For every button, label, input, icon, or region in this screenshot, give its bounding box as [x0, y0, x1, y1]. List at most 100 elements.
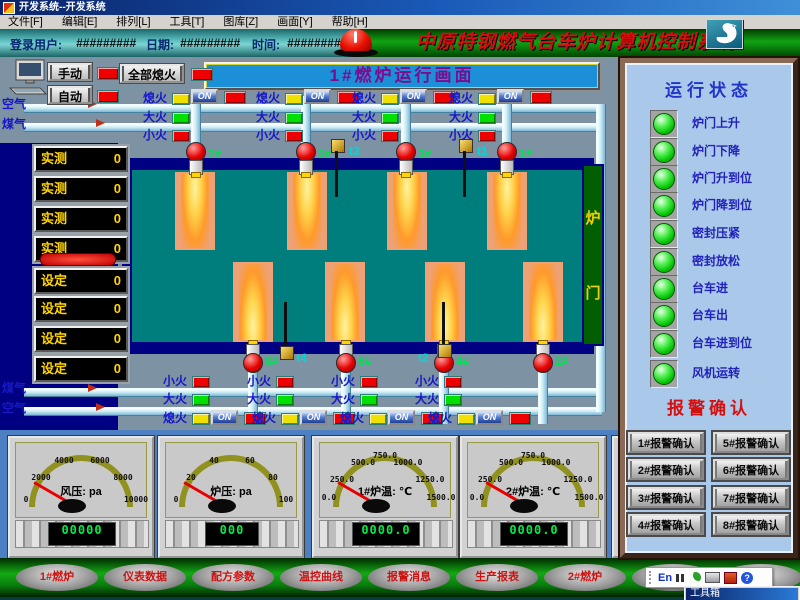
window-title: 开发系统--开发系统: [19, 0, 106, 15]
burner-2-icon: [533, 353, 553, 373]
all-flameout-button[interactable]: 全部熄火: [120, 64, 184, 83]
menu-screen[interactable]: 画面[Y]: [277, 15, 312, 29]
flameout-indicator: [281, 413, 299, 425]
on-button-5[interactable]: ON: [304, 89, 331, 104]
time-label: 时间:: [252, 36, 280, 53]
burner-5-icon: [296, 142, 316, 162]
flow-arrow-icon: [96, 119, 105, 127]
set-value-3: 0: [114, 328, 121, 350]
toolbox-window[interactable]: 工具箱: [684, 586, 800, 600]
bigfire-indicator: [381, 112, 399, 124]
set-display-3[interactable]: 设定0: [34, 326, 128, 352]
menu-file[interactable]: 文件[F]: [8, 15, 43, 29]
smallfire-indicator: [172, 130, 190, 142]
nav-temp-curve[interactable]: 温控曲线: [280, 564, 362, 591]
thermocouple-t4-icon: [280, 346, 294, 360]
alarm-ack-5[interactable]: 5#报警确认: [713, 432, 789, 453]
measured-value-1: 0: [114, 148, 121, 170]
burner-label-5: 5#: [318, 148, 331, 160]
alarm-ack-2[interactable]: 2#报警确认: [628, 459, 704, 480]
alarm-ack-7[interactable]: 7#报警确认: [713, 487, 789, 508]
flow-arrow-icon: [88, 384, 97, 392]
alarm-ack-6[interactable]: 6#报警确认: [713, 459, 789, 480]
bigfire-label: 大火: [449, 111, 473, 123]
on-button-7[interactable]: ON: [191, 89, 218, 104]
bigfire-indicator: [285, 112, 303, 124]
set-display-1[interactable]: 设定0: [34, 268, 128, 294]
bigfire-indicator: [478, 112, 496, 124]
alarm-ack-4[interactable]: 4#报警确认: [628, 514, 704, 535]
toolbox-titlebar[interactable]: 工具箱: [686, 588, 798, 600]
set-display-4[interactable]: 设定0: [34, 356, 128, 382]
flameout-label: 熄火: [143, 92, 167, 104]
gauge-furnace-pressure: 0 20 40 60 80 100 炉压: pa 000: [158, 436, 304, 558]
measured-display-3: 实测0: [34, 206, 128, 232]
measured-value-3: 0: [114, 208, 121, 230]
gauge-lcd-value: 00000: [48, 522, 116, 546]
app-icon: [3, 2, 15, 14]
ime-help-icon[interactable]: ?: [741, 572, 753, 584]
on-button-1[interactable]: ON: [497, 89, 524, 104]
tc-label-t1: t1: [477, 145, 488, 157]
flame: [287, 172, 327, 250]
alarm-pill-indicator: [40, 253, 116, 266]
smallfire-indicator: [285, 130, 303, 142]
burner-label-6: 6#: [358, 355, 371, 367]
smallfire-label: 小火: [352, 129, 376, 141]
flame: [425, 262, 465, 342]
flameout-label: 熄火: [428, 412, 452, 424]
ime-toolbar[interactable]: En ?: [645, 567, 773, 588]
tc-label-t3: t3: [349, 145, 360, 157]
on-button-6[interactable]: ON: [300, 410, 327, 425]
nav-furnace-2[interactable]: 2#燃炉: [544, 564, 626, 591]
status-panel-title: 运行状态: [620, 76, 798, 101]
menu-tools[interactable]: 工具[T]: [170, 15, 205, 29]
ime-punctuation-icon[interactable]: [676, 574, 686, 582]
auto-button[interactable]: 自动: [48, 86, 92, 104]
ime-language-button[interactable]: En: [658, 572, 672, 584]
computer-icon[interactable]: [6, 58, 52, 101]
smallfire-indicator: [192, 376, 210, 388]
menu-help[interactable]: 帮助[H]: [332, 15, 368, 29]
flameout-indicator: [369, 413, 387, 425]
set-display-2[interactable]: 设定0: [34, 296, 128, 322]
flame: [523, 262, 563, 342]
burner-8-icon: [243, 353, 263, 373]
on-button-8[interactable]: ON: [211, 410, 238, 425]
screen-title: 1#燃炉运行画面: [204, 62, 600, 90]
menu-library[interactable]: 图库[Z]: [223, 15, 258, 29]
flame: [487, 172, 527, 250]
burner-6-icon: [336, 353, 356, 373]
flame: [387, 172, 427, 250]
nav-furnace-1[interactable]: 1#燃炉: [16, 564, 98, 591]
door-label-top: 炉: [585, 207, 600, 228]
ime-keyboard-icon[interactable]: [705, 572, 720, 583]
on-button-2[interactable]: ON: [476, 410, 503, 425]
nav-production-report[interactable]: 生产报表: [456, 564, 538, 591]
set-value-4: 0: [114, 358, 121, 380]
nav-alarm-messages[interactable]: 报警消息: [368, 564, 450, 591]
bigfire-label: 大火: [331, 393, 355, 405]
alarm-ack-1[interactable]: 1#报警确认: [628, 432, 704, 453]
nav-recipe-params[interactable]: 配方参数: [192, 564, 274, 591]
nav-instrument-data[interactable]: 仪表数据: [104, 564, 186, 591]
manual-indicator: [97, 67, 119, 80]
alarm-ack-3[interactable]: 3#报警确认: [628, 487, 704, 508]
ime-fullhalf-moon-icon[interactable]: [690, 572, 701, 583]
gas-label-top: 煤气: [2, 118, 26, 130]
manual-button[interactable]: 手动: [48, 63, 92, 81]
bigfire-indicator: [192, 394, 210, 406]
smallfire-label: 小火: [143, 129, 167, 141]
burner-label-2: 2#: [555, 355, 568, 367]
tc-label-t2: t2: [418, 352, 429, 364]
on-button-3[interactable]: ON: [400, 89, 427, 104]
ime-grip[interactable]: [649, 571, 654, 584]
thermocouple-t3-icon: [331, 139, 345, 153]
menu-edit[interactable]: 编辑[E]: [62, 15, 97, 29]
on-button-4[interactable]: ON: [388, 410, 415, 425]
ime-options-icon[interactable]: [724, 572, 737, 584]
alarm-ack-8[interactable]: 8#报警确认: [713, 514, 789, 535]
menu-arrange[interactable]: 排列[L]: [116, 15, 150, 29]
smallfire-indicator: [444, 376, 462, 388]
flameout-label: 熄火: [163, 412, 187, 424]
